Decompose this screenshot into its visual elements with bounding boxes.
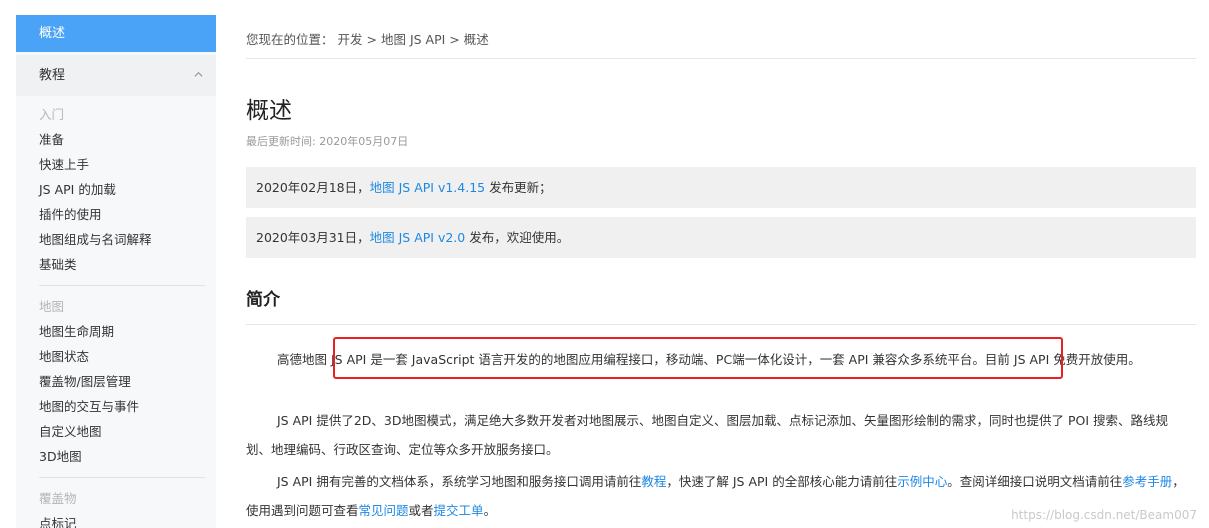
sidebar-group-title: 地图	[39, 299, 65, 314]
chevron-up-icon	[194, 71, 203, 77]
sidebar-section-label: 教程	[39, 68, 66, 83]
release-notice: 2020年03月31日，地图 JS API v2.0 发布，欢迎使用。	[246, 217, 1196, 258]
sidebar-item-custom-map[interactable]: 自定义地图	[16, 419, 216, 444]
sidebar-item-lifecycle[interactable]: 地图生命周期	[16, 319, 216, 344]
intro-paragraph-2: JS API 提供了2D、3D地图模式，满足绝大多数开发者对地图展示、地图自定义…	[246, 413, 1169, 457]
breadcrumb-link-js-api[interactable]: 地图 JS API	[381, 32, 445, 47]
notice-date: 2020年03月31日，	[256, 230, 370, 245]
breadcrumb-separator: >	[449, 32, 460, 47]
sidebar-section-tutorial[interactable]: 教程	[16, 55, 216, 96]
notice-link-v2[interactable]: 地图 JS API v2.0	[370, 230, 466, 245]
sidebar-group-title: 入门	[39, 107, 65, 122]
sidebar-item-plugins[interactable]: 插件的使用	[16, 202, 216, 227]
notice-text: 发布更新；	[485, 180, 552, 195]
sidebar-item-overview[interactable]: 概述	[16, 15, 216, 52]
sidebar-nav: 概述 教程 入门 准备 快速上手 JS API 的加载 插件的使用 地图组成与名…	[16, 15, 216, 528]
link-tutorial[interactable]: 教程	[641, 474, 666, 489]
breadcrumb-prefix: 您现在的位置：	[246, 32, 334, 47]
sidebar-group-title: 覆盖物	[39, 491, 77, 506]
intro-paragraph-1: 高德地图 JS API 是一套 JavaScript 语言开发的的地图应用编程接…	[277, 352, 1141, 367]
sidebar-item-3d-map[interactable]: 3D地图	[16, 444, 216, 469]
sidebar-divider	[39, 477, 205, 478]
sidebar-item-marker[interactable]: 点标记	[16, 511, 216, 528]
breadcrumb: 您现在的位置： 开发 > 地图 JS API > 概述	[246, 29, 489, 48]
breadcrumb-current: 概述	[463, 32, 489, 47]
link-faq[interactable]: 常见问题	[359, 503, 409, 518]
last-updated: 最后更新时间: 2020年05月07日	[246, 135, 409, 148]
sidebar-divider	[39, 285, 205, 286]
para-text: 或者	[408, 503, 434, 518]
release-notice: 2020年02月18日，地图 JS API v1.4.15 发布更新；	[246, 167, 1196, 208]
sidebar-item-map-state[interactable]: 地图状态	[16, 344, 216, 369]
sidebar-item-quickstart[interactable]: 快速上手	[16, 152, 216, 177]
breadcrumb-separator: >	[366, 32, 377, 47]
main-content: 您现在的位置： 开发 > 地图 JS API > 概述 概述 最后更新时间: 2…	[246, 0, 1196, 528]
sidebar-item-overlay-layers[interactable]: 覆盖物/图层管理	[16, 369, 216, 394]
link-examples[interactable]: 示例中心	[897, 474, 947, 489]
notice-link-v1[interactable]: 地图 JS API v1.4.15	[370, 180, 485, 195]
header-divider	[246, 58, 1196, 59]
sidebar-item-prepare[interactable]: 准备	[16, 127, 216, 152]
link-submit-ticket[interactable]: 提交工单	[434, 503, 484, 518]
para-text: 。查阅详细接口说明文档请前往	[947, 474, 1123, 489]
page-title: 概述	[246, 98, 292, 124]
breadcrumb-link-develop[interactable]: 开发	[338, 32, 363, 47]
para-text: JS API 拥有完善的文档体系，系统学习地图和服务接口调用请前往	[277, 474, 642, 489]
section-title-intro: 简介	[246, 290, 280, 310]
watermark: https://blog.csdn.net/Beam007	[1011, 508, 1197, 522]
link-reference[interactable]: 参考手册	[1122, 474, 1172, 489]
notice-date: 2020年02月18日，	[256, 180, 370, 195]
sidebar-item-base-classes[interactable]: 基础类	[16, 252, 216, 277]
para-text: 。	[483, 503, 497, 518]
sidebar-item-events[interactable]: 地图的交互与事件	[16, 394, 216, 419]
notice-text: 发布，欢迎使用。	[465, 230, 570, 245]
sidebar-item-loading[interactable]: JS API 的加载	[16, 177, 216, 202]
section-divider	[246, 324, 1196, 325]
para-text: ，快速了解 JS API 的全部核心能力请前往	[666, 474, 898, 489]
sidebar-item-glossary[interactable]: 地图组成与名词解释	[16, 227, 216, 252]
